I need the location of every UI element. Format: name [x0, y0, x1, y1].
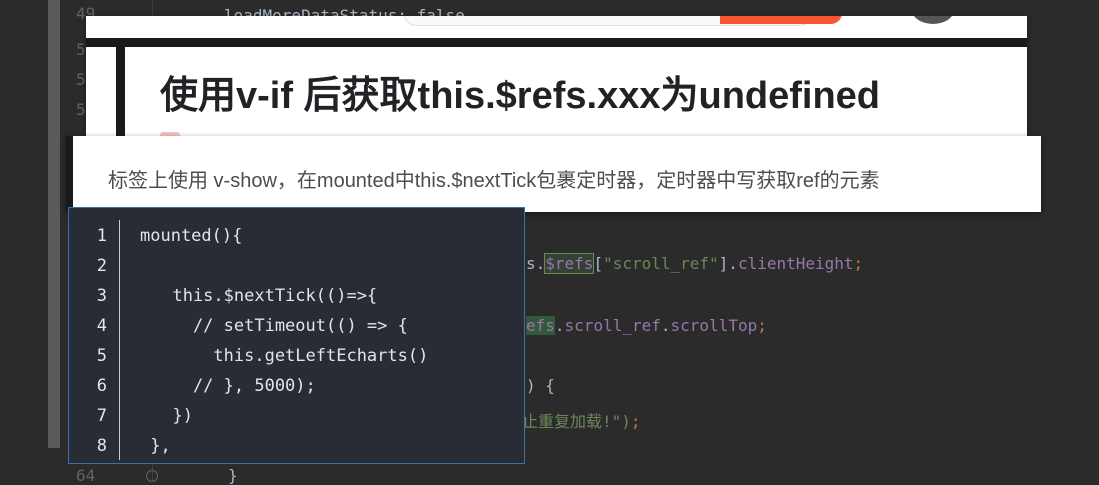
strip-dark-edge [66, 136, 73, 212]
header-band [86, 38, 1027, 47]
code-line: this.$nextTick(()=>{ [152, 286, 378, 306]
code-line-number: 5 [96, 346, 107, 366]
code-line-number: 4 [96, 316, 107, 336]
code-line: }) [152, 406, 193, 426]
code-gutter-separator [119, 220, 120, 460]
refs-highlight: $refs [544, 253, 595, 274]
code-line-number: 1 [96, 226, 107, 246]
answer-text: 标签上使用 v-show，在mounted中this.$nextTick包裹定时… [108, 170, 880, 192]
avatar[interactable] [912, 16, 954, 24]
code-line: mounted(){ [140, 226, 243, 246]
code-line-number: 8 [96, 436, 107, 456]
code-line-number: 6 [96, 376, 107, 396]
ide-code-line: 止重复加载!"); [522, 412, 641, 431]
article-title: 使用v-if 后获取this.$refs.xxx为undefined [160, 75, 881, 117]
ide-scrollbar[interactable] [48, 0, 60, 448]
code-gutter: 1 2 3 4 5 6 7 8 [69, 208, 119, 463]
code-line: }, [140, 436, 171, 456]
article-screenshot: 使用v-if 后获取this.$refs.xxx为undefined [86, 16, 1027, 138]
ide-code-line: ) { [526, 376, 555, 395]
ide-code-line: efs.scroll_ref.scrollTop; [526, 316, 767, 335]
left-dark-border [116, 47, 125, 138]
code-line: this.getLeftEcharts() [152, 346, 429, 366]
ide-code-line: } [228, 466, 238, 485]
top-nav [86, 16, 1027, 36]
code-line: // setTimeout(() => { [152, 316, 408, 336]
ide-code-line: s.$refs["scroll_ref"].clientHeight; [526, 253, 864, 274]
code-block: 1 2 3 4 5 6 7 8 mounted(){ this.$nextTic… [68, 207, 525, 464]
ide-line-number: 64 [76, 466, 96, 485]
code-line-number: 3 [96, 286, 107, 306]
code-line: // }, 5000); [152, 376, 316, 396]
fold-icon[interactable] [146, 470, 158, 482]
search-button[interactable] [720, 16, 842, 24]
code-line-number: 2 [96, 256, 107, 276]
answer-text-strip: 标签上使用 v-show，在mounted中this.$nextTick包裹定时… [66, 136, 1041, 212]
code-line-number: 7 [96, 406, 107, 426]
refs-highlight: efs [526, 316, 555, 335]
